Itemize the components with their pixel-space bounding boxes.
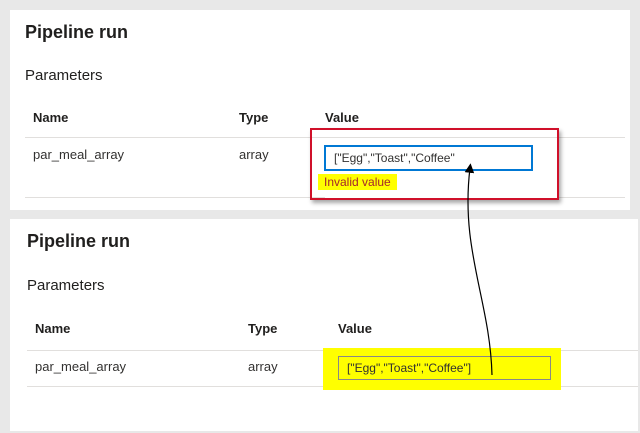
comparison-arrow <box>464 163 493 376</box>
arrow-line <box>464 163 493 376</box>
